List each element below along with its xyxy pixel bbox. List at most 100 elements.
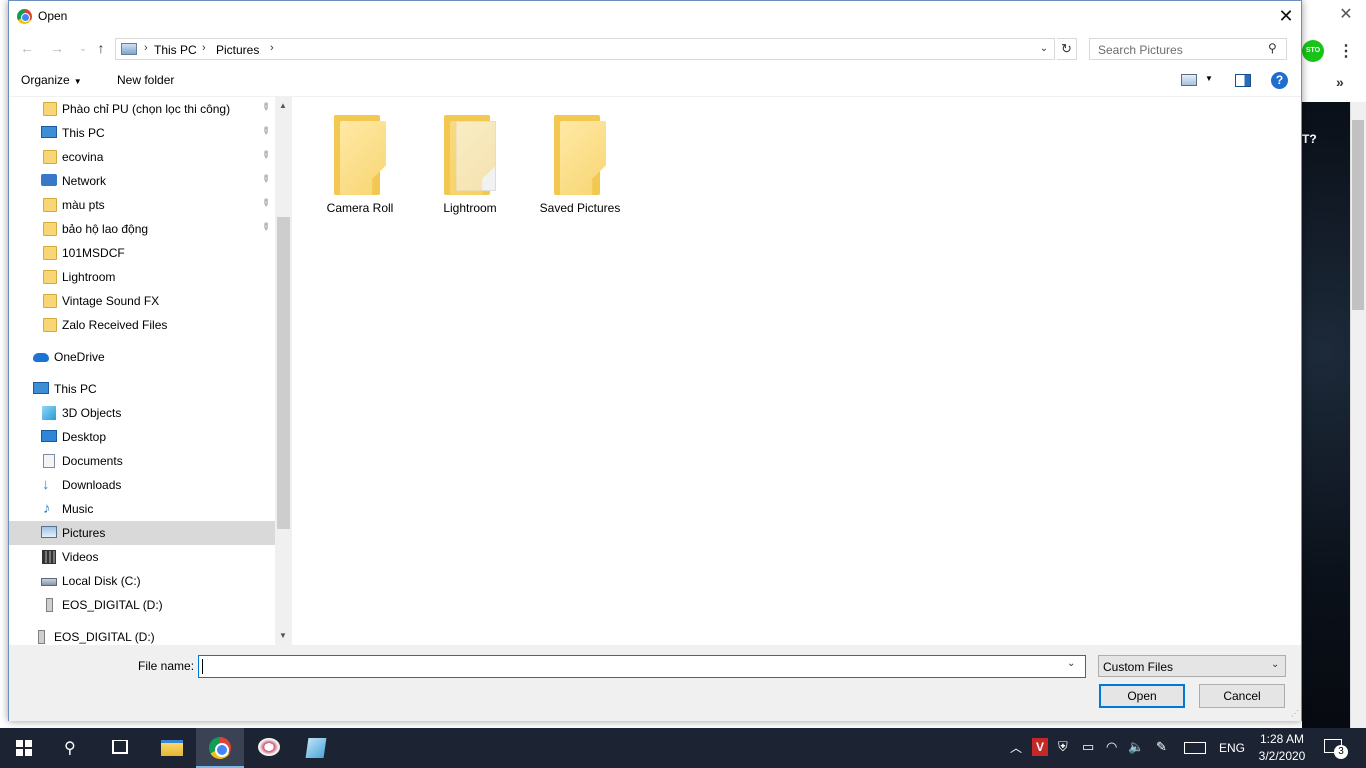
task-view-button[interactable] — [96, 728, 144, 768]
back-button[interactable]: ← — [17, 38, 37, 58]
chevron-down-icon[interactable]: ⌄ — [1067, 658, 1075, 669]
nav-item-quick-access[interactable]: bảo hộ lao động ✎ — [9, 217, 275, 241]
forward-button[interactable]: → — [47, 38, 67, 58]
browser-profile-avatar[interactable]: STO — [1302, 40, 1324, 62]
close-button[interactable]: ✕ — [1271, 2, 1301, 30]
browser-menu-icon[interactable]: ⋮ — [1338, 40, 1354, 64]
nav-item-eos-digital[interactable]: EOS_DIGITAL (D:) — [9, 593, 275, 617]
preview-pane-icon[interactable] — [1235, 74, 1251, 87]
nav-item-label: Vintage Sound FX — [62, 294, 160, 308]
nav-item-downloads[interactable]: ↓ Downloads — [9, 473, 275, 497]
clock-time[interactable]: 1:28 AM — [1254, 732, 1310, 746]
search-icon[interactable]: ⚲ — [1268, 41, 1277, 55]
folder-tile-camera-roll[interactable]: Camera Roll — [308, 111, 412, 221]
nav-item-videos[interactable]: Videos — [9, 545, 275, 569]
security-shield-icon[interactable]: ⛨ — [1058, 739, 1068, 755]
show-hidden-icons-chevron-icon[interactable]: ︿ — [1010, 739, 1022, 756]
refresh-button[interactable]: ↻ — [1057, 38, 1077, 60]
breadcrumb-separator[interactable]: › — [270, 42, 274, 54]
start-button[interactable] — [0, 728, 48, 768]
scroll-down-icon[interactable]: ▼ — [279, 631, 287, 640]
nav-item-3d-objects[interactable]: 3D Objects — [9, 401, 275, 425]
chevron-down-icon: ▼ — [73, 77, 82, 86]
pen-workspace-icon[interactable]: ✎ — [1156, 739, 1167, 755]
scroll-up-icon[interactable]: ▲ — [279, 101, 287, 110]
resize-grip-icon[interactable]: ⋰ — [1291, 709, 1299, 718]
new-folder-button[interactable]: New folder — [117, 73, 174, 87]
chrome-icon — [17, 9, 32, 24]
folder-icon — [43, 318, 57, 332]
nav-item-desktop[interactable]: Desktop — [9, 425, 275, 449]
search-input[interactable]: Search Pictures ⚲ — [1089, 38, 1287, 60]
nav-item-quick-access[interactable]: Zalo Received Files — [9, 313, 275, 337]
nav-item-quick-access[interactable]: Lightroom — [9, 265, 275, 289]
view-options-chevron-icon[interactable]: ▼ — [1205, 74, 1213, 83]
battery-icon[interactable]: ▭ — [1082, 739, 1094, 755]
webpage-partial-text: T? — [1302, 132, 1317, 146]
nav-item-quick-access[interactable]: This PC ✎ — [9, 121, 275, 145]
taskbar-chrome[interactable] — [196, 728, 244, 768]
chevron-down-icon[interactable]: ⌄ — [1271, 659, 1279, 670]
nav-item-quick-access[interactable]: Vintage Sound FX — [9, 289, 275, 313]
browser-more-icon[interactable]: » — [1336, 74, 1350, 94]
nav-item-label: Lightroom — [62, 270, 116, 284]
nav-item-pictures[interactable]: Pictures — [9, 521, 275, 545]
dialog-footer: File name: ⌄ Custom Files ⌄ Open Cancel … — [9, 645, 1301, 721]
breadcrumb-separator[interactable]: › — [202, 42, 206, 54]
folder-tile-saved-pictures[interactable]: Saved Pictures — [528, 111, 632, 221]
usb-drive-icon — [38, 630, 45, 644]
up-button[interactable]: ↑ — [91, 38, 111, 58]
browser-scrollbar-thumb[interactable] — [1352, 120, 1364, 310]
nav-item-quick-access[interactable]: màu pts ✎ — [9, 193, 275, 217]
nav-item-label: 3D Objects — [62, 406, 122, 420]
folder-tile-lightroom[interactable]: Lightroom — [418, 111, 522, 221]
volume-icon[interactable]: 🔈 — [1128, 739, 1144, 755]
nav-item-label: OneDrive — [54, 350, 105, 364]
taskbar-search-button[interactable]: ⚲ — [48, 728, 96, 768]
clock-date[interactable]: 3/2/2020 — [1254, 749, 1310, 763]
help-button[interactable]: ? — [1271, 72, 1288, 89]
nav-item-this-pc[interactable]: This PC — [9, 377, 275, 401]
breadcrumb-separator[interactable]: › — [144, 42, 148, 54]
pictures-icon — [41, 526, 57, 538]
open-button[interactable]: Open — [1099, 684, 1185, 708]
nav-item-onedrive[interactable]: OneDrive — [9, 345, 275, 369]
taskbar-app[interactable] — [244, 728, 292, 768]
nav-item-quick-access[interactable]: 101MSDCF — [9, 241, 275, 265]
address-dropdown-icon[interactable]: ⌄ — [1036, 40, 1052, 58]
touch-keyboard-icon[interactable] — [1184, 742, 1206, 754]
taskbar-app[interactable] — [292, 728, 340, 768]
browser-close-icon[interactable]: ✕ — [1336, 4, 1356, 24]
nav-item-music[interactable]: ♪ Music — [9, 497, 275, 521]
antivirus-icon[interactable]: V — [1032, 738, 1048, 756]
scrollbar-thumb[interactable] — [277, 217, 290, 529]
nav-item-eos-digital-root[interactable]: EOS_DIGITAL (D:) — [9, 625, 275, 645]
taskbar-file-explorer[interactable] — [148, 728, 196, 768]
input-language[interactable]: ENG — [1219, 741, 1245, 755]
organize-button[interactable]: Organize ▼ — [21, 73, 82, 91]
wifi-icon[interactable]: ◠ — [1106, 739, 1117, 755]
file-name-input[interactable]: ⌄ — [198, 655, 1086, 678]
recent-locations-button[interactable]: ⌄ — [73, 38, 93, 58]
video-icon — [42, 550, 56, 564]
nav-item-quick-access[interactable]: ecovina ✎ — [9, 145, 275, 169]
nav-item-local-disk[interactable]: Local Disk (C:) — [9, 569, 275, 593]
address-bar[interactable]: › This PC › Pictures › ⌄ — [115, 38, 1055, 60]
computer-icon — [41, 126, 57, 138]
cancel-button[interactable]: Cancel — [1199, 684, 1285, 708]
change-view-icon[interactable] — [1181, 74, 1197, 86]
breadcrumb-pictures[interactable]: Pictures — [216, 43, 259, 57]
nav-item-quick-access[interactable]: Network ✎ — [9, 169, 275, 193]
nav-item-label: Desktop — [62, 430, 107, 444]
folder-icon — [554, 115, 610, 195]
cloud-icon — [33, 353, 49, 362]
nav-item-documents[interactable]: Documents — [9, 449, 275, 473]
breadcrumb-this-pc[interactable]: This PC — [154, 43, 197, 57]
download-icon: ↓ — [42, 476, 50, 493]
taskbar: ⚲ ︿ V ⛨ ▭ ◠ 🔈 ✎ ENG 1:28 AM 3/2/2020 3 — [0, 728, 1366, 768]
file-type-select[interactable]: Custom Files ⌄ — [1098, 655, 1286, 677]
nav-pane-scrollbar[interactable]: ▲ ▼ — [275, 97, 292, 645]
nav-item-label: Music — [62, 502, 94, 516]
nav-item-quick-access[interactable]: Phào chỉ PU (chọn lọc thi công) ✎ — [9, 97, 275, 121]
action-center-button[interactable]: 3 — [1322, 736, 1350, 760]
